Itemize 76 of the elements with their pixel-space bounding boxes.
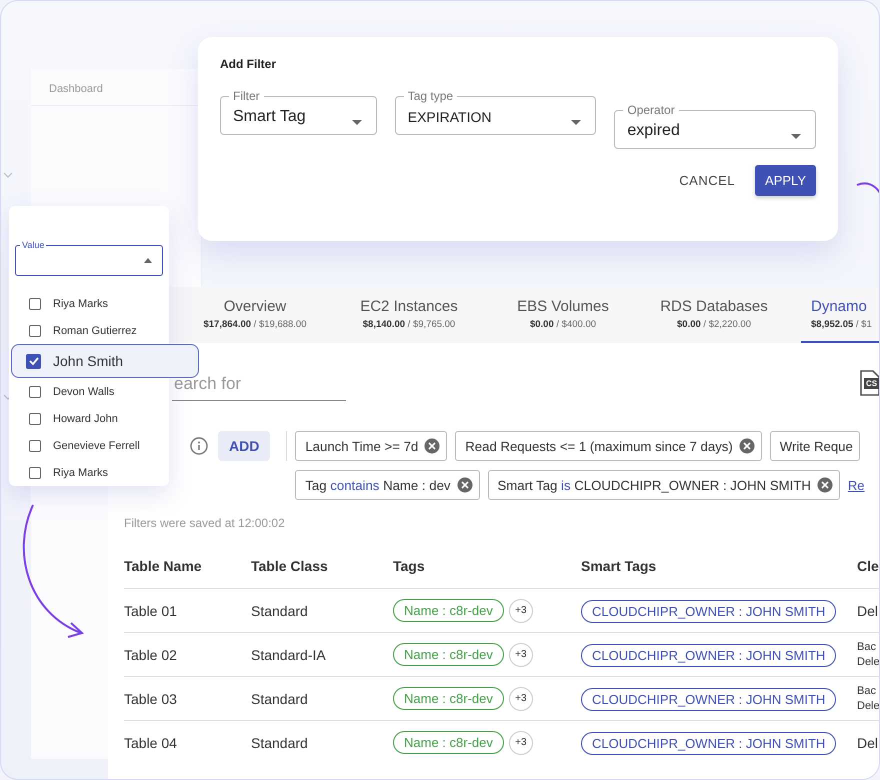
column-header: Table Class bbox=[251, 544, 393, 588]
option-item[interactable]: Devon Walls bbox=[15, 378, 169, 405]
select-field[interactable]: Operator expired bbox=[614, 103, 816, 149]
more-tags-badge[interactable]: +3 bbox=[508, 686, 533, 710]
curve-line bbox=[856, 182, 879, 194]
option-item[interactable]: Howard John bbox=[15, 405, 169, 432]
tag-pill: Name : c8r-dev bbox=[393, 731, 504, 754]
table-cell: Standard-IA bbox=[251, 632, 393, 676]
remove-icon[interactable] bbox=[816, 477, 833, 493]
table-cell: Del bbox=[857, 588, 879, 632]
caret-icon bbox=[352, 120, 362, 126]
column-header: Cle bbox=[857, 544, 879, 588]
filter-chip[interactable]: Tag contains Name : dev bbox=[295, 470, 480, 500]
reset-link[interactable]: Re bbox=[848, 478, 865, 492]
option-item[interactable]: Roman Gutierrez bbox=[15, 317, 169, 344]
option-item[interactable]: Riya Marks bbox=[15, 290, 169, 317]
option-item[interactable]: Genevieve Ferrell bbox=[15, 432, 169, 459]
cancel-button[interactable]: CANCEL bbox=[673, 172, 742, 189]
tab[interactable]: EC2 Instances $8,140.00 / $9,765.00 bbox=[319, 287, 499, 343]
select-field[interactable]: Tag type EXPIRATION bbox=[394, 89, 596, 135]
column-header: Smart Tags bbox=[581, 544, 857, 588]
table-cell: Table 02 bbox=[124, 632, 251, 676]
more-tags-badge[interactable]: +3 bbox=[508, 730, 533, 754]
select-field[interactable]: Filter Smart Tag bbox=[220, 89, 377, 135]
option-item[interactable]: Riya Marks bbox=[15, 459, 169, 486]
filter-chip[interactable]: Smart Tag is CLOUDCHIPR_OWNER : JOHN SMITH bbox=[488, 470, 840, 500]
table-cell: Table 04 bbox=[124, 720, 251, 764]
caret-icon bbox=[144, 258, 152, 263]
table-cell: Bac Dele bbox=[857, 632, 879, 676]
search-field[interactable]: earch for bbox=[172, 366, 346, 400]
table-cell: Del bbox=[857, 720, 879, 764]
table-cell: Standard bbox=[251, 588, 393, 632]
smart-tag-pill: CLOUDCHIPR_OWNER : JOHN SMITH bbox=[581, 732, 836, 754]
tag-pill: Name : c8r-dev bbox=[393, 599, 504, 622]
filter-chip[interactable]: Launch Time >= 7d bbox=[295, 431, 448, 461]
smart-tag-pill: CLOUDCHIPR_OWNER : JOHN SMITH bbox=[581, 644, 836, 666]
checkbox[interactable] bbox=[29, 298, 41, 310]
table-cell: Table 01 bbox=[124, 588, 251, 632]
remove-icon[interactable] bbox=[738, 438, 755, 454]
tab[interactable]: EBS Volumes $0.00 / $400.00 bbox=[499, 287, 627, 343]
table-cell: Standard bbox=[251, 676, 393, 720]
option-item[interactable]: John Smith bbox=[11, 344, 199, 378]
remove-icon[interactable] bbox=[424, 438, 440, 454]
checkbox[interactable] bbox=[26, 354, 41, 368]
info-icon[interactable] bbox=[190, 437, 208, 455]
csv-export-button[interactable]: CS bbox=[859, 370, 879, 396]
tab[interactable]: RDS Databases $0.00 / $2,220.00 bbox=[627, 287, 801, 343]
saved-note: Filters were saved at 12:00:02 bbox=[124, 516, 286, 530]
remove-icon[interactable] bbox=[456, 477, 473, 493]
tag-pill: Name : c8r-dev bbox=[393, 643, 504, 666]
more-tags-badge[interactable]: +3 bbox=[508, 598, 533, 622]
more-tags-badge[interactable]: +3 bbox=[508, 642, 533, 666]
filter-chip[interactable]: Write Reque bbox=[770, 431, 860, 461]
apply-button[interactable]: APPLY bbox=[755, 165, 816, 196]
caret-icon bbox=[571, 120, 582, 126]
checkbox[interactable] bbox=[29, 386, 41, 398]
sidebar-title: Dashboard bbox=[49, 83, 103, 95]
tab[interactable]: Dynamo $8,952.05 / $1 bbox=[801, 287, 879, 343]
add-filter-button[interactable]: ADD bbox=[218, 431, 270, 461]
checkbox[interactable] bbox=[29, 324, 41, 336]
column-header: Table Name bbox=[124, 544, 251, 588]
smart-tag-pill: CLOUDCHIPR_OWNER : JOHN SMITH bbox=[581, 600, 836, 622]
smart-tag-pill: CLOUDCHIPR_OWNER : JOHN SMITH bbox=[581, 688, 836, 710]
filter-chip[interactable]: Read Requests <= 1 (maximum since 7 days) bbox=[455, 431, 762, 461]
dialog-title: Add Filter bbox=[220, 57, 277, 71]
column-header: Tags bbox=[393, 544, 581, 588]
value-field[interactable]: Value bbox=[15, 240, 163, 276]
table-cell: Table 03 bbox=[124, 676, 251, 720]
tag-pill: Name : c8r-dev bbox=[393, 687, 504, 710]
tab[interactable]: Overview $17,864.00 / $19,688.00 bbox=[191, 287, 319, 343]
table-cell: Bac Dele bbox=[857, 676, 879, 720]
checkbox[interactable] bbox=[29, 466, 41, 478]
table-cell: Standard bbox=[251, 720, 393, 764]
checkbox[interactable] bbox=[29, 440, 41, 452]
caret-icon bbox=[791, 134, 802, 140]
checkbox[interactable] bbox=[29, 412, 41, 424]
